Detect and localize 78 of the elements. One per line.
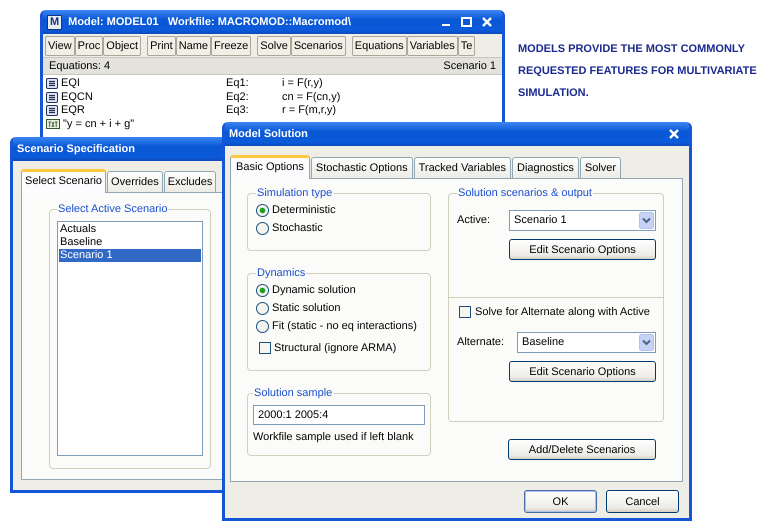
dropdown[interactable]: Scenario 1 [509,210,656,230]
tab[interactable]: Basic Options [230,155,310,179]
tab[interactable]: Tracked Variables [414,157,512,178]
close-icon[interactable] [482,17,492,27]
toolbar-button[interactable]: Print [147,36,176,56]
toolbar-button[interactable]: Scenarios [290,36,346,56]
group-label: Solution scenarios & output [457,187,593,199]
object-name[interactable]: EQR [61,104,85,118]
window-title: Scenario Specification [17,143,135,155]
radio-button[interactable] [256,204,269,216]
edit-scenario-options-button[interactable]: Edit Scenario Options [509,361,656,382]
tab[interactable]: Stochastic Options [310,157,413,178]
tab[interactable]: Overrides [107,171,163,192]
toolbar-button[interactable]: Equations [352,36,407,56]
group-label: Simulation type [256,187,334,199]
edit-scenario-options-button[interactable]: Edit Scenario Options [509,239,656,260]
toolbar-button[interactable]: Te [458,36,476,56]
checkbox-label: Solve for Alternate along with Active [475,306,650,318]
dialog-button[interactable]: OK [524,490,597,513]
scenario-label: Scenario 1 [443,60,496,72]
hint-text: Workfile sample used if left blank [253,431,415,443]
caption-text: MODELS PROVIDE THE MOST COMMONLY REQUESTED FEATURES FOR MULTIVARIATE SIMULATION. [518,42,758,101]
checkbox[interactable] [459,306,471,318]
equation-icon [46,78,58,90]
toolbar-button[interactable]: Proc [74,36,104,56]
equation-label: Eq1: [226,77,250,90]
tab[interactable]: Diagnostics [512,157,579,178]
window-title: Model: MODEL01 Workfile: MACROMOD::Macromod\ [68,16,351,28]
chevron-down-icon [639,212,654,228]
radio-label: Deterministic [272,204,336,216]
equation-icon [46,92,58,103]
dropdown[interactable]: Baseline [517,332,656,352]
app-icon: M [47,14,62,30]
equation-icon [46,105,58,116]
equation-formula: r = F(m,r,y) [282,104,338,118]
equation-formula: i = F(r,y) [282,77,324,90]
toolbar-button[interactable]: View [45,36,75,56]
group-label: Select Active Scenario [57,203,168,215]
field-label: Alternate: [457,336,506,348]
add-delete-scenarios-button[interactable]: Add/Delete Scenarios [508,439,656,460]
tab[interactable]: Solver [580,157,622,178]
sample-field[interactable]: 2000:1 2005:4 [253,405,425,425]
radio-label: Fit (static - no eq interactions) [272,320,417,332]
window-title: Model Solution [229,128,308,140]
equation-count: Equations: 4 [49,60,110,72]
toolbar-button[interactable]: Variables [406,36,458,56]
radio-button[interactable] [256,320,269,332]
checkbox[interactable] [259,342,271,354]
radio-button[interactable] [256,284,269,296]
radio-label: Stochastic [272,222,323,234]
toolbar-button[interactable]: Freeze [211,36,252,56]
chevron-down-icon [639,334,654,350]
field-label: Active: [457,214,492,226]
toolbar-button[interactable]: Name [176,36,212,56]
equation-label: Eq3: [226,104,250,118]
close-icon[interactable] [669,129,679,139]
object-name[interactable]: "y = cn + i + g" [63,118,134,131]
tab[interactable]: Select Scenario [21,169,106,193]
radio-button[interactable] [256,222,269,234]
list-item[interactable]: Scenario 1 [59,249,201,262]
object-name[interactable]: EQCN [61,90,93,104]
toolbar-button[interactable]: Solve [257,36,291,56]
checkbox-label: Structural (ignore ARMA) [274,342,396,354]
equation-formula: cn = F(cn,y) [282,90,342,104]
toolbar-button[interactable]: Object [103,36,142,56]
maximize-icon[interactable] [461,17,472,27]
equation-label: Eq2: [226,90,250,104]
text-object-icon [46,119,60,130]
dialog-button[interactable]: Cancel [606,490,679,513]
group-label: Dynamics [256,267,306,279]
object-name[interactable]: EQI [61,77,80,90]
radio-button[interactable] [256,302,269,314]
list-item[interactable]: Actuals [59,223,201,236]
tab[interactable]: Excludes [164,171,216,192]
list-item[interactable]: Baseline [59,236,201,249]
group-label: Solution sample [253,387,334,399]
radio-label: Dynamic solution [272,284,356,296]
radio-label: Static solution [272,302,340,314]
